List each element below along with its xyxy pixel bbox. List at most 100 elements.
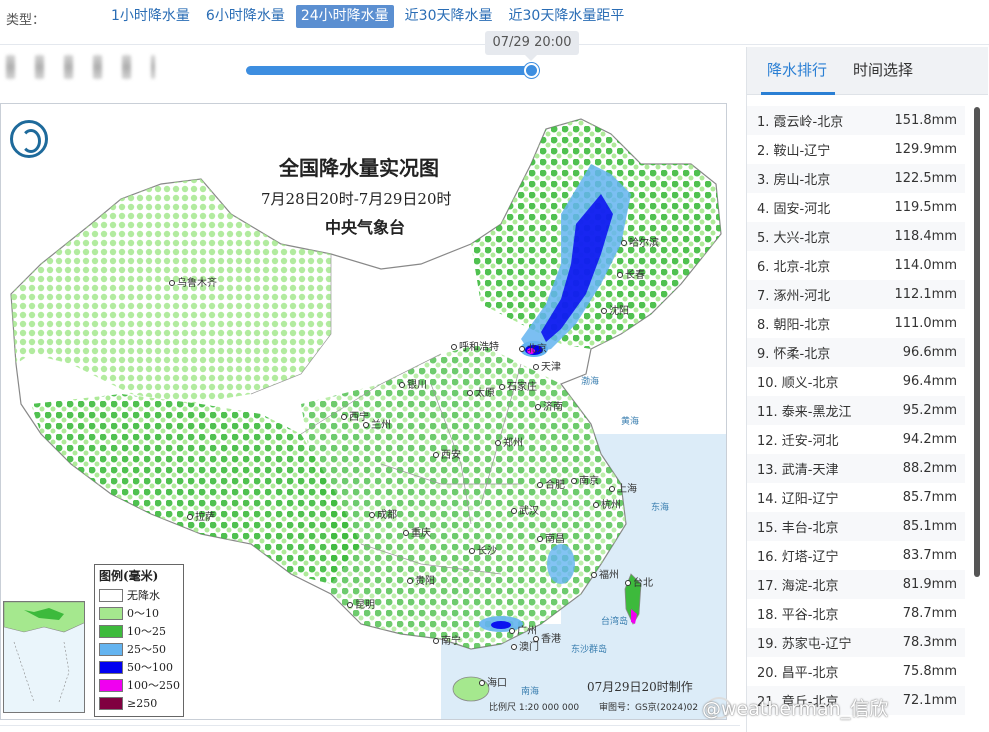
south-china-sea-inset bbox=[3, 601, 85, 713]
city-label: 长沙 bbox=[469, 542, 497, 557]
sea-label: 黄海 bbox=[621, 417, 640, 427]
blurred-glyph bbox=[122, 55, 131, 79]
active-tab-underline bbox=[761, 92, 835, 95]
city-label: 南京 bbox=[571, 472, 599, 487]
ranking-row[interactable]: 9. 怀柔-北京 96.6mm bbox=[747, 338, 965, 367]
city-label: 济南 bbox=[535, 398, 563, 413]
legend-swatch bbox=[99, 642, 123, 656]
legend-item: 100～250 bbox=[95, 676, 183, 694]
ranking-row[interactable]: 17. 海淀-北京 81.9mm bbox=[747, 570, 965, 599]
legend-label: 100～250 bbox=[127, 679, 180, 692]
legend-label: ≥250 bbox=[127, 696, 158, 710]
ranking-row[interactable]: 18. 平谷-北京 78.7mm bbox=[747, 599, 965, 628]
station-name: 2. 鞍山-辽宁 bbox=[757, 144, 831, 159]
legend-label: 50～100 bbox=[127, 661, 173, 674]
sea-label: 东海 bbox=[651, 503, 670, 513]
station-name: 10. 顺义-北京 bbox=[757, 376, 839, 391]
time-slider-track[interactable] bbox=[246, 66, 532, 75]
precip-value: 83.7mm bbox=[902, 548, 957, 563]
station-name: 6. 北京-北京 bbox=[757, 260, 831, 275]
city-label: 南昌 bbox=[537, 530, 565, 545]
divider bbox=[0, 725, 740, 726]
city-label: 澳门 bbox=[511, 638, 539, 653]
precip-map: 全国降水量实况图 7月28日20时-7月29日20时 中央气象台 乌鲁木齐 拉萨… bbox=[0, 103, 727, 720]
ranking-row[interactable]: 19. 苏家屯-辽宁 78.3mm bbox=[747, 628, 965, 657]
city-label: 乌鲁木齐 bbox=[169, 274, 217, 289]
ranking-row[interactable]: 7. 涿州-河北 112.1mm bbox=[747, 280, 965, 309]
city-label: 贵阳 bbox=[407, 572, 435, 587]
station-name: 16. 灯塔-辽宁 bbox=[757, 550, 839, 565]
city-label: 拉萨 bbox=[187, 508, 215, 523]
tab-30d-precip[interactable]: 近30天降水量 bbox=[400, 5, 498, 28]
city-label: 杭州 bbox=[593, 496, 621, 511]
ranking-row[interactable]: 5. 大兴-北京 118.4mm bbox=[747, 222, 965, 251]
ranking-row[interactable]: 2. 鞍山-辽宁 129.9mm bbox=[747, 135, 965, 164]
city-label: 银川 bbox=[399, 376, 427, 391]
precip-value: 88.2mm bbox=[902, 461, 957, 476]
station-name: 9. 怀柔-北京 bbox=[757, 347, 831, 362]
legend-swatch bbox=[99, 624, 123, 638]
precip-value: 112.1mm bbox=[894, 287, 957, 302]
city-label: 天津 bbox=[533, 358, 561, 373]
type-label: 类型： bbox=[6, 13, 46, 28]
tab-6h-precip[interactable]: 6小时降水量 bbox=[201, 5, 290, 28]
precip-value: 151.8mm bbox=[894, 113, 957, 128]
ranking-row[interactable]: 6. 北京-北京 114.0mm bbox=[747, 251, 965, 280]
tab-24h-precip[interactable]: 24小时降水量 bbox=[295, 5, 394, 28]
legend-item: 10～25 bbox=[95, 622, 183, 640]
tab-time-select[interactable]: 时间选择 bbox=[853, 59, 913, 80]
blurred-glyph bbox=[64, 55, 73, 79]
ranking-row[interactable]: 15. 丰台-北京 85.1mm bbox=[747, 512, 965, 541]
ranking-tabs: 降水排行 时间选择 bbox=[747, 47, 988, 95]
time-slider-handle[interactable] bbox=[524, 63, 539, 78]
legend-label: 25～50 bbox=[127, 643, 166, 656]
station-name: 15. 丰台-北京 bbox=[757, 521, 839, 536]
city-label: 郑州 bbox=[495, 434, 523, 449]
ranking-row[interactable]: 3. 房山-北京 122.5mm bbox=[747, 164, 965, 193]
precip-value: 114.0mm bbox=[894, 258, 957, 273]
precip-value: 111.0mm bbox=[894, 316, 957, 331]
legend-label: 无降水 bbox=[127, 589, 160, 602]
map-title: 全国降水量实况图 bbox=[279, 156, 439, 180]
ranking-row[interactable]: 14. 辽阳-辽宁 85.7mm bbox=[747, 483, 965, 512]
ranking-row[interactable]: 4. 固安-河北 119.5mm bbox=[747, 193, 965, 222]
precip-value: 95.2mm bbox=[902, 403, 957, 418]
city-label: 海口 bbox=[479, 674, 507, 689]
tab-1h-precip[interactable]: 1小时降水量 bbox=[106, 5, 195, 28]
station-name: 7. 涿州-河北 bbox=[757, 289, 831, 304]
city-label: 哈尔滨 bbox=[621, 234, 659, 249]
ranking-row[interactable]: 20. 昌平-北京 75.8mm bbox=[747, 657, 965, 686]
station-name: 11. 泰来-黑龙江 bbox=[757, 405, 852, 420]
precip-value: 118.4mm bbox=[894, 229, 957, 244]
ranking-row[interactable]: 13. 武清-天津 88.2mm bbox=[747, 454, 965, 483]
ranking-row[interactable]: 10. 顺义-北京 96.4mm bbox=[747, 367, 965, 396]
ranking-row[interactable]: 1. 霞云岭-北京 151.8mm bbox=[747, 106, 965, 135]
ranking-row[interactable]: 8. 朝阳-北京 111.0mm bbox=[747, 309, 965, 338]
precip-type-tabs: 1小时降水量 6小时降水量 24小时降水量 近30天降水量 近30天降水量距平 bbox=[106, 5, 629, 28]
watermark: @weatherman_信欣 bbox=[702, 698, 889, 720]
city-label: 兰州 bbox=[363, 416, 391, 431]
precip-value: 119.5mm bbox=[894, 200, 957, 215]
legend-swatch bbox=[99, 606, 123, 620]
precip-value: 85.7mm bbox=[902, 490, 957, 505]
city-label: 沈阳 bbox=[601, 302, 629, 317]
tab-precip-ranking[interactable]: 降水排行 bbox=[767, 59, 827, 80]
sea-label: 渤海 bbox=[581, 377, 600, 387]
precip-value: 78.7mm bbox=[902, 606, 957, 621]
city-label: 福州 bbox=[591, 566, 619, 581]
ranking-row[interactable]: 12. 迁安-河北 94.2mm bbox=[747, 425, 965, 454]
ranking-row[interactable]: 11. 泰来-黑龙江 95.2mm bbox=[747, 396, 965, 425]
precip-value: 72.1mm bbox=[902, 693, 957, 708]
city-label: 昆明 bbox=[347, 596, 375, 611]
precip-value: 122.5mm bbox=[894, 171, 957, 186]
map-scale: 比例尺 1:20 000 000 bbox=[489, 703, 580, 713]
time-tooltip: 07/29 20:00 bbox=[485, 31, 579, 55]
ranking-row[interactable]: 16. 灯塔-辽宁 83.7mm bbox=[747, 541, 965, 570]
tab-30d-anomaly[interactable]: 近30天降水量距平 bbox=[504, 5, 630, 28]
city-label: 上海 bbox=[609, 480, 637, 495]
precip-value: 81.9mm bbox=[902, 577, 957, 592]
legend-title: 图例(毫米) bbox=[99, 569, 159, 583]
station-name: 13. 武清-天津 bbox=[757, 463, 839, 478]
map-subtitle: 7月28日20时-7月29日20时 bbox=[261, 190, 452, 208]
ranking-scrollbar[interactable] bbox=[974, 107, 980, 577]
